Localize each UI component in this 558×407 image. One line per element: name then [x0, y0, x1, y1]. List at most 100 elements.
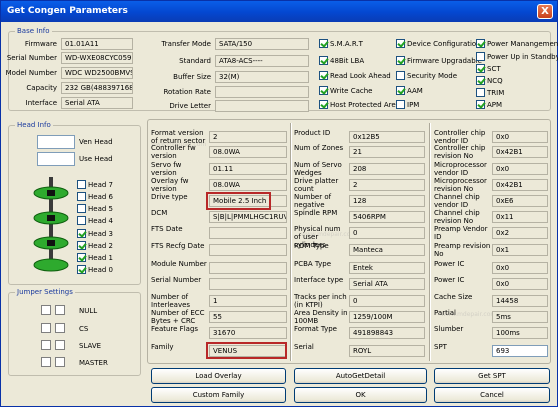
col2-label: Num of Zones: [294, 144, 344, 152]
close-button[interactable]: X: [537, 4, 553, 19]
standard-label: Standard: [179, 57, 211, 65]
col1-value-field[interactable]: 08.0WA: [209, 146, 287, 158]
col1-value-field[interactable]: [209, 278, 287, 290]
col3-value-field[interactable]: 5ms: [492, 311, 548, 323]
col1-value-field[interactable]: [209, 262, 287, 274]
col2-value-field[interactable]: 0: [349, 295, 425, 307]
custom-family-button[interactable]: Custom Family: [151, 387, 286, 403]
firmware-field[interactable]: 01.01A11: [61, 38, 133, 50]
get-spt-button[interactable]: Get SPT: [434, 368, 550, 384]
col1-value-field[interactable]: 1: [209, 295, 287, 307]
jumper-pin[interactable]: [41, 340, 51, 350]
aam-checkbox[interactable]: AAM: [396, 86, 423, 95]
jumper-pin[interactable]: [55, 305, 65, 315]
jumper-pin[interactable]: [41, 305, 51, 315]
head-2-checkbox[interactable]: Head 2: [77, 241, 113, 250]
col3-value-field[interactable]: 100ms: [492, 327, 548, 339]
standard-field[interactable]: ATA8-ACS----: [215, 55, 309, 67]
jumper-pin[interactable]: [41, 323, 51, 333]
col3-value-field[interactable]: 0x0: [492, 278, 548, 290]
firmware-upgradable-checkbox[interactable]: Firmware Upgradable: [396, 56, 482, 65]
col3-value-field[interactable]: 0x1: [492, 244, 548, 256]
head-4-checkbox[interactable]: Head 4: [77, 216, 113, 225]
col3-value-field[interactable]: 0x11: [492, 211, 548, 223]
ncq-checkbox[interactable]: NCQ: [476, 76, 503, 85]
col1-value-field[interactable]: 55: [209, 311, 287, 323]
model-field[interactable]: WDC WD2500BMVS-11F9S0: [61, 67, 133, 79]
col2-label: Spindle RPM: [294, 209, 338, 217]
power-management-checkbox[interactable]: Power Manangement: [476, 39, 558, 48]
col1-value-field[interactable]: 31670: [209, 327, 287, 339]
device-configuration-checkbox[interactable]: Device Configuration: [396, 39, 481, 48]
ven-head-field[interactable]: [37, 135, 75, 149]
jumper-pin[interactable]: [55, 357, 65, 367]
head-5-checkbox[interactable]: Head 5: [77, 204, 113, 213]
write-cache-checkbox[interactable]: Write Cache: [319, 86, 372, 95]
col2-value-field[interactable]: 1259/100M: [349, 311, 425, 323]
apm-checkbox[interactable]: APM: [476, 100, 502, 109]
col3-value-field[interactable]: 0x0: [492, 131, 548, 143]
col1-label: FTS Date: [151, 225, 183, 233]
col3-value-field[interactable]: 0x0: [492, 262, 548, 274]
use-head-field[interactable]: [37, 152, 75, 166]
col2-label: PCBA Type: [294, 260, 332, 268]
col3-value-field[interactable]: 0x42B1: [492, 146, 548, 158]
ok-button[interactable]: OK: [294, 387, 427, 403]
head-0-checkbox[interactable]: Head 0: [77, 265, 113, 274]
transfer-field[interactable]: SATA/150: [215, 38, 309, 50]
power-up-standby-checkbox[interactable]: Power Up in Standby: [476, 52, 558, 61]
col2-value-field[interactable]: 128: [349, 195, 425, 207]
col2-label: Format Type: [294, 325, 337, 333]
cancel-button[interactable]: Cancel: [434, 387, 550, 403]
sct-checkbox[interactable]: SCT: [476, 64, 501, 73]
rotation-field[interactable]: [215, 86, 309, 98]
col2-value-field[interactable]: 21: [349, 146, 425, 158]
head-1-checkbox[interactable]: Head 1: [77, 253, 113, 262]
col3-value-field[interactable]: 0xE6: [492, 195, 548, 207]
interface-field[interactable]: Serial ATA: [61, 97, 133, 109]
col3-value-field[interactable]: 0x42B1: [492, 179, 548, 191]
head-3-checkbox[interactable]: Head 3: [77, 229, 113, 238]
48bit-lba-checkbox[interactable]: 48Bit LBA: [319, 56, 364, 65]
autoget-detail-button[interactable]: AutoGetDetail: [294, 368, 427, 384]
col2-value-field[interactable]: 2: [349, 179, 425, 191]
trim-checkbox[interactable]: TRIM: [476, 88, 504, 97]
col2-label: ROM Type: [294, 242, 329, 250]
col1-value-field[interactable]: 2: [209, 131, 287, 143]
col3-value-field[interactable]: 0x2: [492, 227, 548, 239]
col2-value-field[interactable]: 5406RPM: [349, 211, 425, 223]
ipm-checkbox[interactable]: IPM: [396, 100, 419, 109]
jumper-pin[interactable]: [41, 357, 51, 367]
serial-field[interactable]: WD-WXE08CYC059: [61, 52, 133, 64]
col2-value-field[interactable]: Manteca: [349, 244, 425, 256]
col2-value-field[interactable]: 491898843: [349, 327, 425, 339]
read-look-ahead-checkbox[interactable]: Read Look Ahead: [319, 71, 391, 80]
col1-value-field[interactable]: [209, 244, 287, 256]
jumper-pin[interactable]: [55, 340, 65, 350]
head-6-checkbox[interactable]: Head 6: [77, 192, 113, 201]
col2-value-field[interactable]: 0: [349, 227, 425, 239]
load-overlay-button[interactable]: Load Overlay: [151, 368, 286, 384]
col3-value-field[interactable]: 0x0: [492, 163, 548, 175]
col2-value-field[interactable]: 0x12B5: [349, 131, 425, 143]
col2-value-field[interactable]: Serial ATA: [349, 278, 425, 290]
capacity-field[interactable]: 232 GB(488397168): [61, 82, 133, 94]
drive-letter-field[interactable]: [215, 100, 309, 112]
smart-checkbox[interactable]: S.M.A.R.T: [319, 39, 363, 48]
col1-value-field[interactable]: 08.0WA: [209, 179, 287, 191]
col1-value-field[interactable]: 01.11: [209, 163, 287, 175]
jumper-pin[interactable]: [55, 323, 65, 333]
col2-value-field[interactable]: 208: [349, 163, 425, 175]
col3-value-field[interactable]: 693: [492, 345, 548, 357]
host-protected-area-checkbox[interactable]: Host Protected Area: [319, 100, 400, 109]
interface-label: Interface: [25, 99, 57, 107]
col1-value-field[interactable]: S|B|L|PMMLHGC1RUVM: [209, 211, 287, 223]
security-mode-checkbox[interactable]: Security Mode: [396, 71, 457, 80]
head-7-checkbox[interactable]: Head 7: [77, 180, 113, 189]
col2-value-field[interactable]: ROYL: [349, 345, 425, 357]
col3-value-field[interactable]: 14458: [492, 295, 548, 307]
col2-value-field[interactable]: Entek: [349, 262, 425, 274]
col2-label: Area Density in 100MB: [294, 309, 348, 325]
col1-value-field[interactable]: [209, 227, 287, 239]
buffer-field[interactable]: 32(M): [215, 71, 309, 83]
